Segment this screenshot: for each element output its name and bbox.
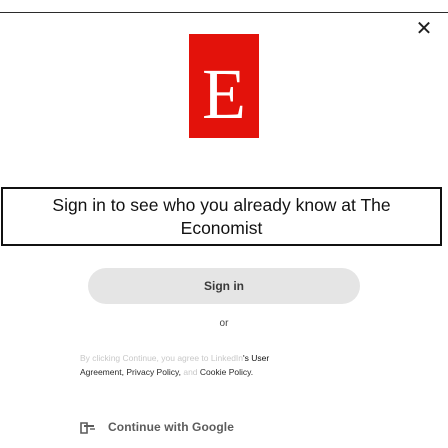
sign-in-button-label: Sign in <box>204 279 244 293</box>
close-icon: ✕ <box>415 16 433 40</box>
sign-in-prompt: Sign in to see who you already know at T… <box>1 187 442 246</box>
legal-faded-text: By clicking Continue, you agree to Linke… <box>80 353 244 363</box>
top-bar-divider <box>0 0 448 13</box>
legal-and: and <box>183 367 198 377</box>
legal-notice: By clicking Continue, you agree to Linke… <box>80 351 380 379</box>
sign-in-button[interactable]: Sign in <box>88 268 360 304</box>
privacy-policy-link[interactable]: Privacy Policy <box>126 367 178 377</box>
or-divider: or <box>219 318 229 329</box>
legal-end: . <box>250 367 254 377</box>
google-icon <box>80 422 95 434</box>
continue-with-google-label: Continue with Google <box>108 420 234 434</box>
cookie-policy-link[interactable]: Cookie Policy <box>200 367 251 377</box>
close-button[interactable]: ✕ <box>412 16 436 40</box>
continue-with-google-button[interactable]: Continue with Google <box>80 416 330 438</box>
legal-suffix: 's User <box>243 353 270 363</box>
user-agreement-link[interactable]: Agreement <box>80 367 122 377</box>
sign-in-prompt-text: Sign in to see who you already know at T… <box>52 194 391 238</box>
economist-logo: E <box>189 34 259 138</box>
logo-letter: E <box>202 54 246 134</box>
